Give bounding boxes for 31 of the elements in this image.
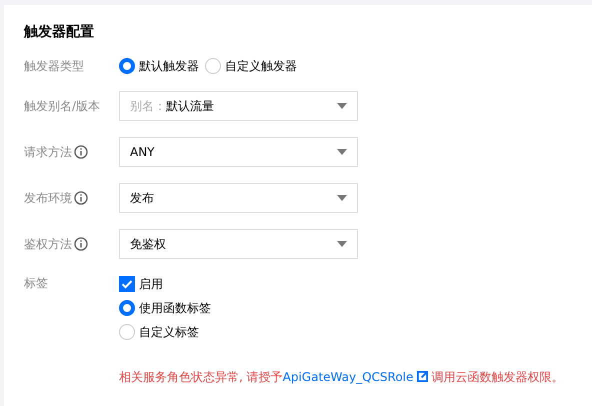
caret-icon: [337, 241, 347, 247]
field-label: 触发别名/版本: [24, 98, 100, 114]
caret-icon: [337, 103, 347, 109]
warning-message: 相关服务角色状态异常, 请授予ApiGateWay_QCSRole 调用云函数触发器权限。: [119, 369, 564, 386]
select-field[interactable]: 别名：默认流量: [119, 91, 358, 121]
select-value: 发布: [130, 190, 155, 206]
field-label: 请求方法: [24, 144, 72, 160]
select-value: 免鉴权: [130, 236, 167, 252]
select-prefix: 别名：: [130, 98, 166, 114]
section-title: 触发器配置: [24, 23, 95, 41]
info-icon[interactable]: [74, 191, 88, 205]
select-field[interactable]: ANY: [119, 137, 358, 167]
select-field[interactable]: 免鉴权: [119, 229, 358, 259]
info-icon[interactable]: [74, 145, 88, 159]
select-value: ANY: [130, 145, 156, 159]
field-label: 鉴权方法: [24, 236, 72, 252]
select-value: 默认流量: [166, 98, 215, 114]
field-label: 触发器类型: [24, 58, 85, 74]
radio-option[interactable]: 自定义标签: [119, 323, 564, 341]
field-label: 发布环境: [24, 190, 72, 206]
external-link-icon: [417, 371, 428, 382]
caret-icon: [337, 195, 347, 201]
radio-option[interactable]: 自定义触发器: [205, 57, 297, 75]
caret-icon: [337, 149, 347, 155]
radio-option[interactable]: 默认触发器: [119, 57, 199, 75]
select-field[interactable]: 发布: [119, 183, 358, 213]
info-icon[interactable]: [74, 237, 88, 251]
role-link[interactable]: ApiGateWay_QCSRole: [282, 370, 432, 384]
checkbox-option[interactable]: 启用: [119, 275, 564, 293]
field-label: 标签: [24, 275, 49, 292]
radio-option[interactable]: 使用函数标签: [119, 299, 564, 317]
